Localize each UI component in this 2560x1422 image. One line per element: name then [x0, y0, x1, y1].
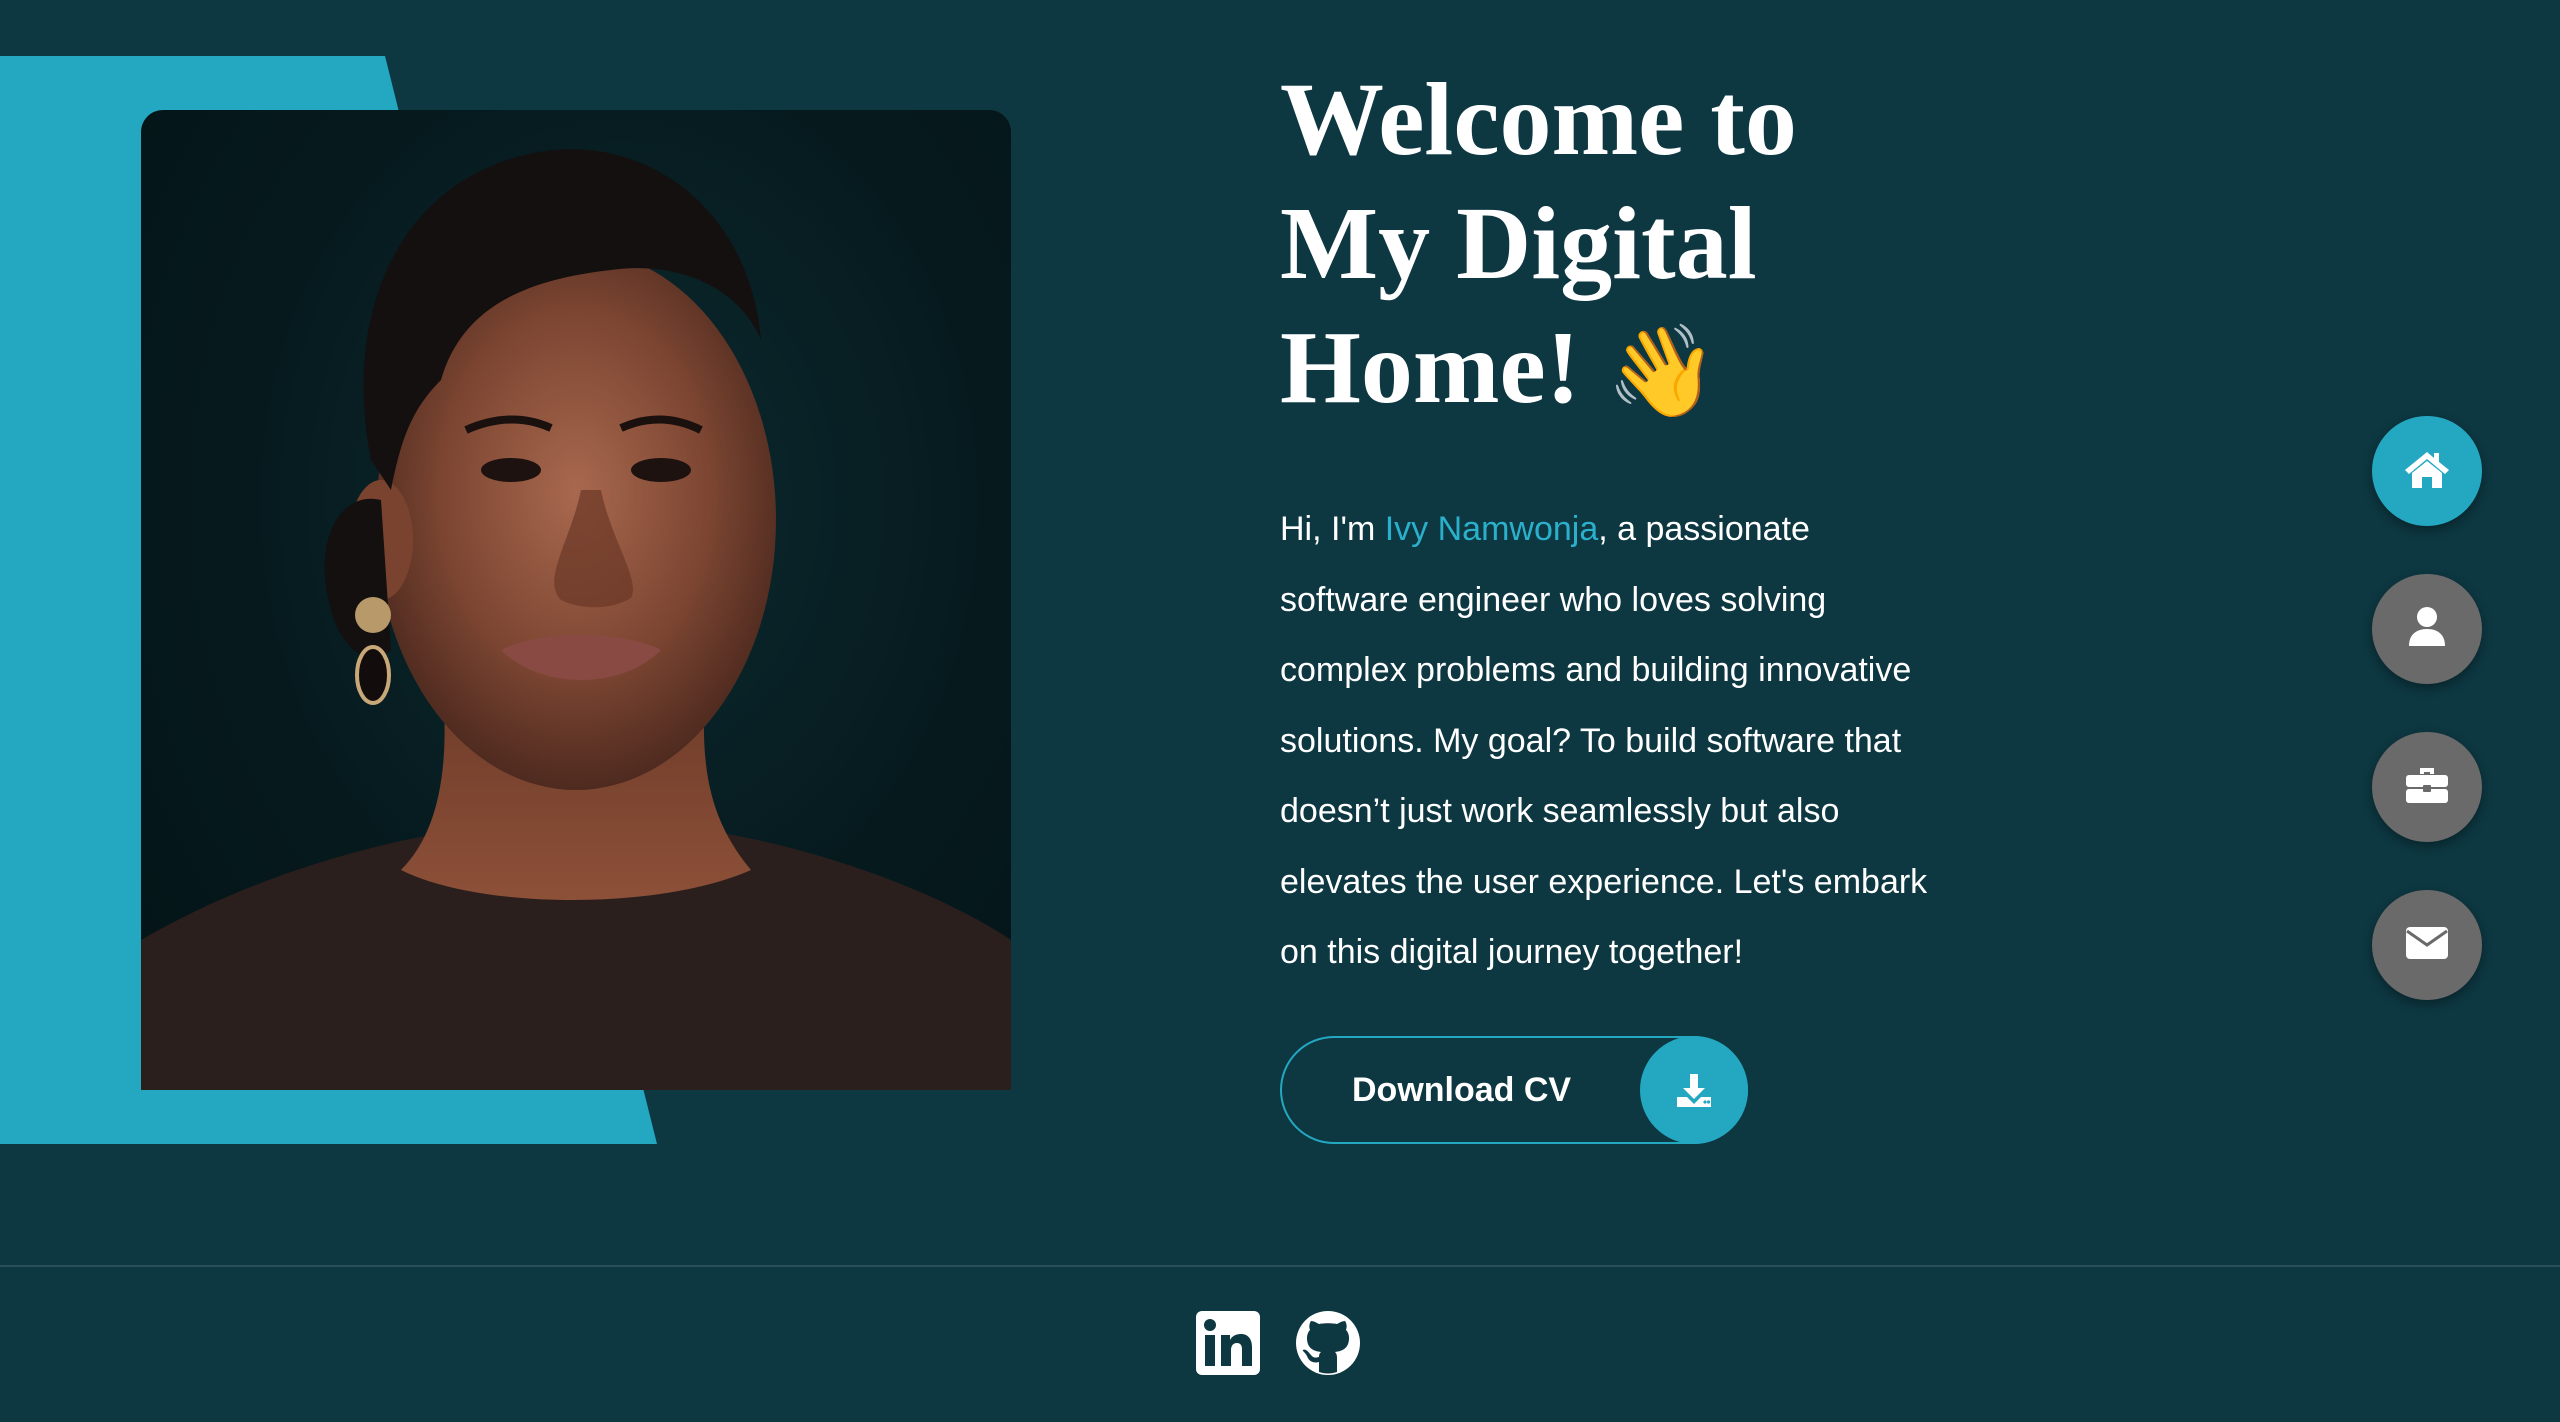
envelope-icon — [2405, 926, 2449, 965]
download-cv-button[interactable]: Download CV — [1280, 1036, 1748, 1144]
hero-title: Welcome to My Digital Home! 👋 — [1280, 58, 2060, 434]
hero-title-line1: Welcome to — [1280, 62, 1797, 177]
intro-body: , a passionate software engineer who lov… — [1280, 510, 1928, 971]
nav-about-button[interactable] — [2372, 574, 2482, 684]
download-cv-label: Download CV — [1352, 1070, 1572, 1109]
nav-home-button[interactable] — [2372, 416, 2482, 526]
nav-contact-button[interactable] — [2372, 890, 2482, 1000]
waving-hand-emoji: 👋 — [1606, 319, 1719, 424]
profile-photo — [141, 110, 1011, 1090]
page: Welcome to My Digital Home! 👋 Hi, I'm Iv… — [0, 0, 2560, 1422]
github-icon[interactable] — [1295, 1310, 1361, 1376]
download-icon — [1640, 1036, 1748, 1144]
home-icon — [2403, 448, 2451, 495]
user-icon — [2407, 606, 2447, 653]
hero-title-line2: My Digital — [1280, 186, 1757, 301]
hero-title-line3: Home! — [1280, 310, 1581, 425]
footer-social-links — [1195, 1310, 1361, 1376]
briefcase-icon — [2405, 766, 2449, 809]
author-name: Ivy Namwonja — [1384, 510, 1599, 548]
hero-intro: Hi, I'm Ivy Namwonja, a passionate softw… — [1280, 494, 1940, 988]
nav-portfolio-button[interactable] — [2372, 732, 2482, 842]
intro-prefix: Hi, I'm — [1280, 510, 1385, 548]
linkedin-icon[interactable] — [1195, 1310, 1261, 1376]
footer-divider — [0, 1265, 2560, 1267]
